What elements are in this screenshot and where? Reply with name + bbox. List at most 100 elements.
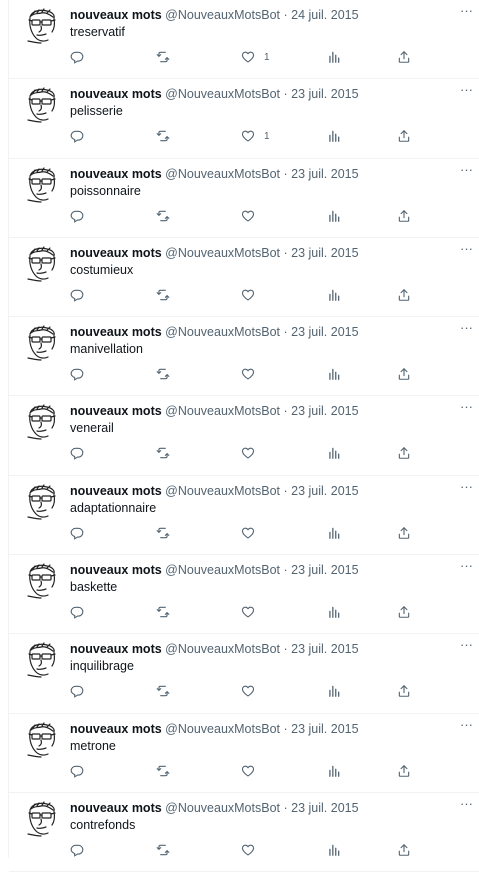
share-button[interactable] xyxy=(397,524,411,542)
tweet[interactable]: nouveaux mots @NouveauxMotsBot · 23 juil… xyxy=(9,238,479,318)
share-button[interactable] xyxy=(397,841,411,859)
author-name[interactable]: nouveaux mots xyxy=(70,87,162,101)
author-handle[interactable]: @NouveauxMotsBot xyxy=(165,642,280,656)
reply-button[interactable] xyxy=(70,762,84,780)
reply-button[interactable] xyxy=(70,48,84,66)
avatar[interactable] xyxy=(25,87,59,123)
more-options-icon[interactable]: ··· xyxy=(460,241,473,257)
author-name[interactable]: nouveaux mots xyxy=(70,642,162,656)
author-name[interactable]: nouveaux mots xyxy=(70,404,162,418)
tweet-date[interactable]: 23 juil. 2015 xyxy=(291,722,358,736)
tweet-date[interactable]: 23 juil. 2015 xyxy=(291,246,358,260)
reply-button[interactable] xyxy=(70,603,84,621)
share-button[interactable] xyxy=(397,127,411,145)
like-button[interactable] xyxy=(241,365,264,383)
avatar[interactable] xyxy=(25,484,59,520)
reply-button[interactable] xyxy=(70,365,84,383)
views-button[interactable] xyxy=(327,841,341,859)
author-name[interactable]: nouveaux mots xyxy=(70,563,162,577)
author-name[interactable]: nouveaux mots xyxy=(70,167,162,181)
more-options-icon[interactable]: ··· xyxy=(460,558,473,574)
retweet-button[interactable] xyxy=(156,841,170,859)
views-button[interactable] xyxy=(327,444,341,462)
reply-button[interactable] xyxy=(70,286,84,304)
avatar[interactable] xyxy=(25,563,59,599)
like-button[interactable] xyxy=(241,207,264,225)
share-button[interactable] xyxy=(397,682,411,700)
author-handle[interactable]: @NouveauxMotsBot xyxy=(165,8,280,22)
avatar[interactable] xyxy=(25,642,59,678)
like-button[interactable] xyxy=(241,841,264,859)
author-name[interactable]: nouveaux mots xyxy=(70,246,162,260)
like-button[interactable] xyxy=(241,603,264,621)
retweet-button[interactable] xyxy=(156,48,170,66)
tweet[interactable]: nouveaux mots @NouveauxMotsBot · 23 juil… xyxy=(9,396,479,476)
views-button[interactable] xyxy=(327,762,341,780)
more-options-icon[interactable]: ··· xyxy=(460,637,473,653)
views-button[interactable] xyxy=(327,603,341,621)
reply-button[interactable] xyxy=(70,444,84,462)
tweet[interactable]: nouveaux mots @NouveauxMotsBot · 23 juil… xyxy=(9,634,479,714)
like-button[interactable]: 1 xyxy=(241,127,270,145)
more-options-icon[interactable]: ··· xyxy=(460,162,473,178)
like-button[interactable] xyxy=(241,762,264,780)
views-button[interactable] xyxy=(327,682,341,700)
views-button[interactable] xyxy=(327,286,341,304)
more-options-icon[interactable]: ··· xyxy=(460,320,473,336)
avatar[interactable] xyxy=(25,246,59,282)
more-options-icon[interactable]: ··· xyxy=(460,399,473,415)
like-button[interactable]: 1 xyxy=(241,48,270,66)
tweet[interactable]: nouveaux mots @NouveauxMotsBot · 24 juil… xyxy=(9,0,479,80)
avatar[interactable] xyxy=(25,325,59,361)
tweet-date[interactable]: 23 juil. 2015 xyxy=(291,404,358,418)
author-handle[interactable]: @NouveauxMotsBot xyxy=(165,87,280,101)
tweet-date[interactable]: 24 juil. 2015 xyxy=(291,8,358,22)
tweet[interactable]: nouveaux mots @NouveauxMotsBot · 23 juil… xyxy=(9,159,479,238)
tweet[interactable]: nouveaux mots @NouveauxMotsBot · 23 juil… xyxy=(9,555,479,635)
author-name[interactable]: nouveaux mots xyxy=(70,484,162,498)
retweet-button[interactable] xyxy=(156,603,170,621)
author-handle[interactable]: @NouveauxMotsBot xyxy=(165,167,280,181)
retweet-button[interactable] xyxy=(156,524,170,542)
like-button[interactable] xyxy=(241,682,264,700)
reply-button[interactable] xyxy=(70,127,84,145)
author-handle[interactable]: @NouveauxMotsBot xyxy=(165,246,280,260)
share-button[interactable] xyxy=(397,444,411,462)
more-options-icon[interactable]: ··· xyxy=(460,3,473,19)
author-handle[interactable]: @NouveauxMotsBot xyxy=(165,722,280,736)
author-handle[interactable]: @NouveauxMotsBot xyxy=(165,404,280,418)
views-button[interactable] xyxy=(327,365,341,383)
retweet-button[interactable] xyxy=(156,682,170,700)
tweet[interactable]: nouveaux mots @NouveauxMotsBot · 23 juil… xyxy=(9,476,479,556)
tweet-date[interactable]: 23 juil. 2015 xyxy=(291,325,358,339)
share-button[interactable] xyxy=(397,762,411,780)
more-options-icon[interactable]: ··· xyxy=(460,796,473,812)
views-button[interactable] xyxy=(327,524,341,542)
avatar[interactable] xyxy=(25,404,59,441)
more-options-icon[interactable]: ··· xyxy=(460,82,473,98)
reply-button[interactable] xyxy=(70,841,84,859)
like-button[interactable] xyxy=(241,524,264,542)
author-name[interactable]: nouveaux mots xyxy=(70,722,162,736)
more-options-icon[interactable]: ··· xyxy=(460,479,473,495)
retweet-button[interactable] xyxy=(156,762,170,780)
tweet-date[interactable]: 23 juil. 2015 xyxy=(291,167,358,181)
tweet-date[interactable]: 23 juil. 2015 xyxy=(291,801,358,815)
tweet[interactable]: nouveaux mots @NouveauxMotsBot · 23 juil… xyxy=(9,79,479,159)
author-name[interactable]: nouveaux mots xyxy=(70,8,162,22)
author-handle[interactable]: @NouveauxMotsBot xyxy=(165,484,280,498)
share-button[interactable] xyxy=(397,48,411,66)
author-handle[interactable]: @NouveauxMotsBot xyxy=(165,801,280,815)
author-handle[interactable]: @NouveauxMotsBot xyxy=(165,325,280,339)
avatar[interactable] xyxy=(25,801,59,837)
author-name[interactable]: nouveaux mots xyxy=(70,801,162,815)
tweet[interactable]: nouveaux mots @NouveauxMotsBot · 23 juil… xyxy=(9,317,479,397)
views-button[interactable] xyxy=(327,207,341,225)
like-button[interactable] xyxy=(241,444,264,462)
tweet-date[interactable]: 23 juil. 2015 xyxy=(291,563,358,577)
share-button[interactable] xyxy=(397,207,411,225)
avatar[interactable] xyxy=(25,722,59,758)
share-button[interactable] xyxy=(397,286,411,304)
retweet-button[interactable] xyxy=(156,127,170,145)
avatar[interactable] xyxy=(25,8,59,44)
